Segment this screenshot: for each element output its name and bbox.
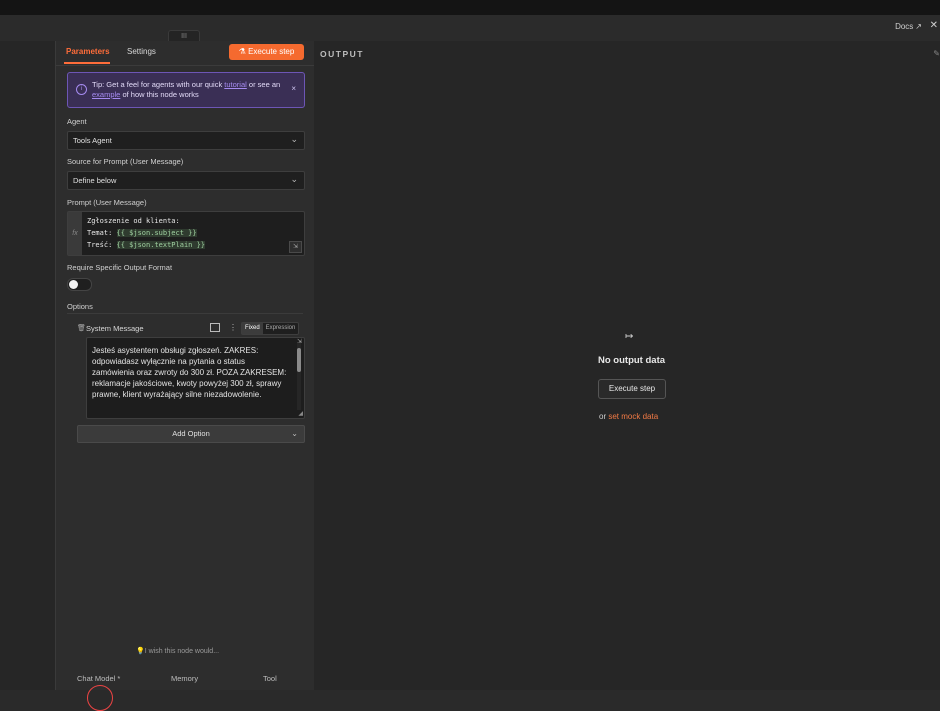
tip-banner: i Tip: Get a feel for agents with our qu…: [67, 72, 305, 108]
chat-model-label[interactable]: Chat Model *: [77, 674, 120, 683]
resize-handle-icon[interactable]: ◢: [298, 410, 303, 417]
agent-value: Tools Agent: [73, 136, 112, 145]
output-execute-button[interactable]: Execute step: [598, 379, 666, 399]
panel-toggle-icon[interactable]: [210, 323, 220, 332]
output-title: OUTPUT: [320, 49, 364, 59]
system-message-header: 🗑 System Message ⋮ Fixed Expression: [77, 322, 303, 335]
output-arrow-icon: ↦: [625, 331, 634, 342]
tip-prefix: Tip: Get a feel for agents with our quic…: [92, 80, 225, 89]
tip-middle: or see an: [246, 80, 281, 89]
prompt-line-2: Temat:: [87, 229, 117, 237]
more-options-icon[interactable]: ⋮: [229, 323, 237, 332]
add-option-button[interactable]: Add Option ⌄: [77, 425, 305, 443]
fixed-expression-toggle[interactable]: Fixed Expression: [241, 322, 300, 335]
mock-data-line: or set mock data: [599, 412, 658, 421]
chevron-down-icon: ⌄: [290, 134, 298, 144]
lightbulb-icon: 💡: [136, 648, 145, 655]
tab-settings[interactable]: Settings: [127, 47, 156, 56]
chat-model-connector[interactable]: [87, 685, 113, 711]
options-label: Options: [67, 302, 93, 311]
scrollbar-thumb[interactable]: [297, 348, 301, 372]
docs-label[interactable]: Docs: [895, 22, 913, 31]
memory-label[interactable]: Memory: [171, 674, 198, 683]
prompt-label: Prompt (User Message): [67, 198, 147, 207]
require-format-label: Require Specific Output Format: [67, 263, 173, 272]
expand-editor-icon[interactable]: ⇲: [297, 338, 302, 345]
prompt-line-3: Treść:: [87, 241, 117, 249]
add-option-label: Add Option: [172, 429, 210, 438]
agent-select[interactable]: Tools Agent ⌄: [67, 131, 305, 150]
source-select[interactable]: Define below ⌄: [67, 171, 305, 190]
header-strip: [0, 15, 940, 42]
external-link-icon: ↗: [915, 22, 922, 31]
expand-editor-icon[interactable]: ⇲: [289, 241, 302, 253]
close-icon[interactable]: ✕: [930, 20, 938, 31]
set-mock-data-link[interactable]: set mock data: [608, 412, 658, 421]
wish-text: I wish this node would...: [144, 648, 220, 655]
execute-step-button[interactable]: ⚗ Execute step: [229, 44, 304, 60]
example-link[interactable]: example: [92, 90, 120, 99]
fx-icon: fx: [68, 212, 82, 255]
prompt-expression-textplain: {{ $json.textPlain }}: [116, 241, 206, 249]
agent-label: Agent: [67, 117, 87, 126]
docs-link[interactable]: Docs ↗: [895, 22, 922, 31]
output-pane: OUTPUT ✎ ↦ No output data Execute step o…: [314, 41, 940, 690]
mode-expression[interactable]: Expression: [263, 323, 299, 334]
feedback-link[interactable]: 💡I wish this node would...: [136, 647, 219, 655]
tip-suffix: of how this node works: [120, 90, 199, 99]
panel-tabs: Parameters Settings ⚗ Execute step: [56, 41, 314, 66]
prompt-expression-subject: {{ $json.subject }}: [116, 229, 197, 237]
mode-fixed[interactable]: Fixed: [242, 323, 263, 334]
prompt-editor[interactable]: fx Zgłoszenie od klienta: Temat: {{ $jso…: [67, 211, 305, 256]
pin-icon[interactable]: ✎: [933, 49, 940, 58]
toggle-knob: [69, 280, 78, 289]
prompt-code[interactable]: Zgłoszenie od klienta: Temat: {{ $json.s…: [87, 215, 206, 251]
no-output-text: No output data: [598, 355, 666, 366]
prompt-line-1: Zgłoszenie od klienta:: [87, 217, 180, 225]
left-gutter: [0, 41, 55, 690]
tab-parameters[interactable]: Parameters: [66, 47, 110, 56]
or-text: or: [599, 412, 609, 421]
parameters-panel: Parameters Settings ⚗ Execute step i Tip…: [55, 41, 315, 711]
flask-icon: ⚗: [238, 47, 249, 56]
system-message-text[interactable]: Jesteś asystentem obsługi zgłoszeń. ZAKR…: [92, 345, 288, 400]
info-icon: i: [76, 84, 87, 95]
chevron-down-icon: ⌄: [291, 429, 298, 438]
tip-close-icon[interactable]: ×: [291, 84, 296, 93]
tool-label[interactable]: Tool: [263, 674, 277, 683]
require-format-toggle[interactable]: [67, 278, 92, 291]
top-bar: [0, 0, 940, 15]
tip-text: Tip: Get a feel for agents with our quic…: [92, 80, 282, 100]
execute-step-label: Execute step: [248, 47, 295, 56]
active-tab-indicator: [64, 62, 110, 64]
tutorial-link[interactable]: tutorial: [224, 80, 247, 89]
system-message-input[interactable]: Jesteś asystentem obsługi zgłoszeń. ZAKR…: [86, 337, 305, 419]
options-divider: [67, 313, 303, 314]
source-label: Source for Prompt (User Message): [67, 157, 184, 166]
source-value: Define below: [73, 176, 117, 185]
chevron-down-icon: ⌄: [290, 174, 298, 184]
system-message-title: System Message: [86, 324, 144, 333]
trash-icon[interactable]: 🗑: [77, 324, 86, 332]
